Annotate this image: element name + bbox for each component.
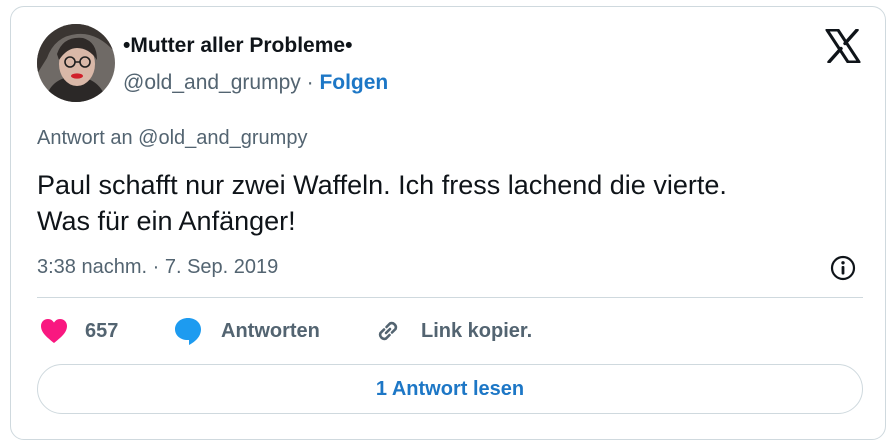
info-icon[interactable] (829, 254, 857, 282)
like-button[interactable]: 657 (39, 315, 118, 347)
divider (37, 297, 863, 298)
tweet-text-line-2: Was für ein Anfänger! (37, 206, 296, 236)
tweet-timestamp[interactable]: 3:38 nachm. · 7. Sep. 2019 (37, 256, 278, 279)
author-display-name[interactable]: •Mutter aller Probleme• (123, 34, 352, 58)
copy-link-button[interactable]: Link kopier. (373, 315, 532, 347)
avatar-image (37, 24, 115, 102)
reply-label: Antworten (221, 319, 320, 342)
read-replies-label: 1 Antwort lesen (375, 377, 525, 400)
read-replies-button[interactable]: 1 Antwort lesen (37, 364, 863, 414)
embedded-tweet-card: •Mutter aller Probleme• @old_and_grumpy … (10, 6, 886, 440)
copy-link-label: Link kopier. (421, 319, 533, 342)
follow-link[interactable]: Folgen (319, 71, 388, 94)
x-logo-icon[interactable] (825, 28, 861, 64)
reply-bubble-icon (175, 318, 201, 345)
link-icon (378, 321, 398, 341)
author-handle-row: @old_and_grumpy · Folgen (123, 71, 388, 95)
avatar[interactable] (37, 24, 115, 102)
author-handle[interactable]: @old_and_grumpy (123, 71, 301, 94)
reply-to-label: Antwort an @old_and_grumpy (37, 127, 308, 149)
tweet-text-line-1: Paul schafft nur zwei Waffeln. Ich fress… (37, 170, 727, 200)
tweet-text: Paul schafft nur zwei Waffeln. Ich fress… (37, 167, 867, 239)
heart-icon (41, 319, 67, 343)
reply-button[interactable]: Antworten (173, 315, 320, 347)
handle-separator: · (300, 71, 320, 94)
like-count: 657 (85, 319, 119, 342)
